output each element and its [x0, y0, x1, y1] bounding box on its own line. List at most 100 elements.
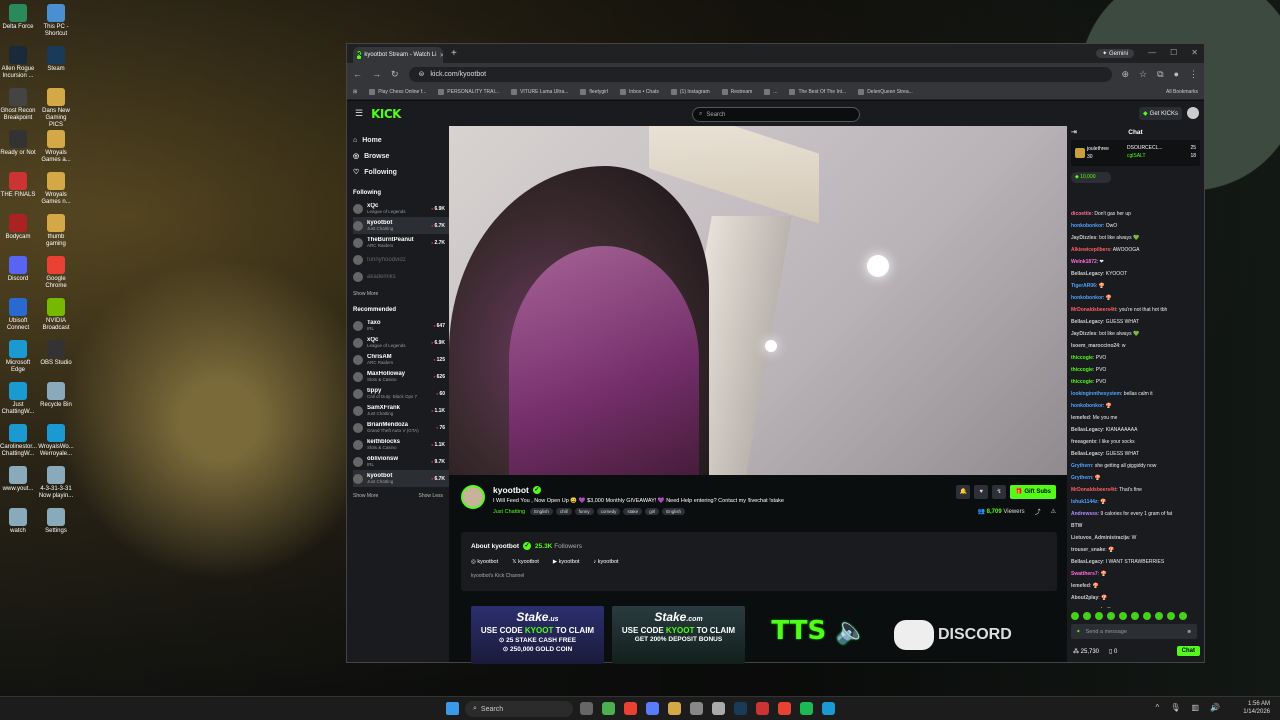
- chat-send-button[interactable]: Chat: [1176, 646, 1200, 656]
- social-link[interactable]: 𝕏 kyootbot: [512, 559, 539, 565]
- desktop-icon[interactable]: Steam: [38, 46, 74, 73]
- chat-username[interactable]: BTW: [1071, 523, 1082, 529]
- stake-com-panel[interactable]: Stake.com USE CODE KYOOT TO CLAIM GET 20…: [612, 606, 745, 664]
- desktop-icon[interactable]: Ready or Not: [0, 130, 36, 157]
- sidebar-channel[interactable]: ChrisAMARC Raiders 125: [353, 351, 449, 368]
- desktop-icon[interactable]: Carolinestor... ChattingW...: [0, 424, 37, 458]
- extensions-icon[interactable]: ⧉: [1157, 69, 1163, 80]
- chat-input[interactable]: ✦ Send a message ☻: [1071, 624, 1197, 639]
- chat-username[interactable]: thiccogie: [1071, 355, 1093, 361]
- emote-icon[interactable]: [1131, 612, 1139, 620]
- share-icon[interactable]: ⤴: [1035, 507, 1041, 516]
- chat-username[interactable]: Grythern: [1071, 475, 1092, 481]
- chat-username[interactable]: MrDonaldsbeers4tt: [1071, 307, 1116, 313]
- close-tab-icon[interactable]: ✕: [439, 52, 443, 59]
- notifications-bell-icon[interactable]: 🔔: [956, 485, 971, 499]
- app-icon[interactable]: [624, 702, 637, 715]
- report-icon[interactable]: ⚠: [1051, 508, 1056, 515]
- taskbar-search[interactable]: ⌕ Search: [465, 701, 573, 717]
- store-icon[interactable]: [690, 702, 703, 715]
- chat-username[interactable]: About2play: [1071, 595, 1098, 601]
- volume-icon[interactable]: 🔊: [1210, 703, 1220, 712]
- show-more-label[interactable]: Show More: [353, 291, 378, 297]
- network-icon[interactable]: ▥: [1191, 703, 1199, 712]
- emote-icon[interactable]: [1071, 612, 1079, 620]
- discord-panel[interactable]: DISCORD: [894, 606, 1027, 664]
- sidebar-channel[interactable]: funnyhoodvidz: [353, 251, 449, 268]
- emote-icon[interactable]: [1167, 612, 1175, 620]
- sidebar-channel[interactable]: xQcLeague of Legends 6.9K: [353, 334, 449, 351]
- chat-username[interactable]: JayDizzles: [1071, 235, 1096, 241]
- hamburger-menu-icon[interactable]: ☰: [355, 108, 363, 119]
- bookmark-item[interactable]: ...: [764, 89, 777, 95]
- chat-username[interactable]: honkobonkor: [1071, 403, 1103, 409]
- emote-icon[interactable]: [1179, 612, 1187, 620]
- active-tab[interactable]: K kyootbot Stream - Watch Li ✕: [353, 47, 443, 63]
- stream-tag[interactable]: chill: [555, 508, 572, 515]
- stream-tag[interactable]: English: [662, 508, 685, 515]
- desktop-icon[interactable]: OBS Studio: [38, 340, 74, 367]
- nav-home[interactable]: ⌂ Home: [353, 132, 449, 148]
- emote-icon[interactable]: [1143, 612, 1151, 620]
- stream-category[interactable]: Just Chatting: [493, 509, 525, 515]
- file-explorer-icon[interactable]: [668, 702, 681, 715]
- chat-username[interactable]: Grythern: [1071, 463, 1092, 469]
- desktop-icon[interactable]: Dans New Gaming PICS: [38, 88, 74, 129]
- show-less-button[interactable]: Show Less: [419, 493, 443, 499]
- chevron-up-icon[interactable]: ^: [1156, 703, 1160, 712]
- gift-subs-button[interactable]: 🎁 Gift Subs: [1010, 485, 1056, 499]
- sidebar-channel[interactable]: oblivionswIRL 9.7K: [353, 453, 449, 470]
- chat-username[interactable]: BellasLegacy: [1071, 271, 1103, 277]
- desktop-icon[interactable]: Delta Force: [0, 4, 36, 31]
- desktop-icon[interactable]: Discord: [0, 256, 36, 283]
- emote-icon[interactable]: [1119, 612, 1127, 620]
- desktop-icon[interactable]: www.yout...: [0, 466, 36, 493]
- all-bookmarks[interactable]: All Bookmarks: [1166, 89, 1198, 95]
- desktop-icon[interactable]: Ubisoft Connect: [0, 298, 36, 332]
- search-input[interactable]: ⌕ Search: [692, 107, 860, 122]
- steam-icon[interactable]: [734, 702, 747, 715]
- nav-following[interactable]: ♡ Following: [353, 164, 449, 180]
- bookmark-item[interactable]: PERSONALITY TRAI...: [438, 89, 499, 95]
- app-icon[interactable]: [646, 702, 659, 715]
- chat-username[interactable]: thiccogie: [1071, 367, 1093, 373]
- desktop-icon[interactable]: Allen Rogue Incursion ...: [0, 46, 36, 80]
- chat-username[interactable]: lemefed: [1071, 415, 1090, 421]
- chat-username[interactable]: lookinginnthesystem: [1071, 391, 1121, 397]
- chat-username[interactable]: BellasLegacy: [1071, 451, 1103, 457]
- bookmark-item[interactable]: (1) Instagram: [670, 89, 710, 95]
- stream-tag[interactable]: English: [530, 508, 553, 515]
- chrome-icon[interactable]: [778, 702, 791, 715]
- sidebar-channel[interactable]: tippyCall of Duty: Black Ops 7 60: [353, 385, 449, 402]
- emote-icon[interactable]: [1083, 612, 1091, 620]
- new-tab-icon[interactable]: +: [451, 48, 457, 59]
- chat-username[interactable]: lemefed: [1071, 583, 1090, 589]
- desktop-icon[interactable]: WroyalsWo... Werroyale...: [38, 424, 74, 458]
- mic-icon[interactable]: 🎙: [1170, 703, 1180, 712]
- desktop-icon[interactable]: Wroyals Games n...: [38, 172, 74, 206]
- channel-name[interactable]: kyootbot: [493, 485, 529, 495]
- chat-username[interactable]: Lietuvos_Administracija: [1071, 535, 1129, 541]
- chat-username[interactable]: JayDizzles: [1071, 331, 1096, 337]
- app-icon[interactable]: [756, 702, 769, 715]
- maximize-icon[interactable]: ☐: [1170, 48, 1177, 57]
- zoom-icon[interactable]: ⊕: [1122, 69, 1130, 80]
- follow-heart-icon[interactable]: ♥: [974, 485, 989, 499]
- chat-username[interactable]: BellasLegacy: [1071, 559, 1103, 565]
- desktop-icon[interactable]: Ghost Recon Breakpoint: [0, 88, 36, 122]
- tts-panel[interactable]: TTS 🔈: [753, 606, 886, 664]
- bookmark-item[interactable]: VITURE Luma Ultra...: [511, 89, 568, 95]
- chat-username[interactable]: BellasLegacy: [1071, 427, 1103, 433]
- bookmark-star-icon[interactable]: ☆: [1139, 69, 1147, 80]
- apps-icon[interactable]: ⊞: [353, 89, 357, 95]
- chat-username[interactable]: honkobonkor: [1071, 223, 1103, 229]
- site-info-icon[interactable]: ⊜: [419, 70, 425, 78]
- nav-browse[interactable]: ◎ Browse: [353, 148, 449, 164]
- desktop-icon[interactable]: 4-3-31-3-31 Now playin...: [38, 466, 74, 500]
- spotify-icon[interactable]: [800, 702, 813, 715]
- desktop-icon[interactable]: Settings: [38, 508, 74, 535]
- chat-username[interactable]: Andrewsss: [1071, 511, 1098, 517]
- clock[interactable]: 1:56 AM 1/14/2026: [1243, 700, 1270, 716]
- social-link[interactable]: ◎ kyootbot: [471, 559, 498, 565]
- bookmark-item[interactable]: DelenQueen Strea...: [858, 89, 913, 95]
